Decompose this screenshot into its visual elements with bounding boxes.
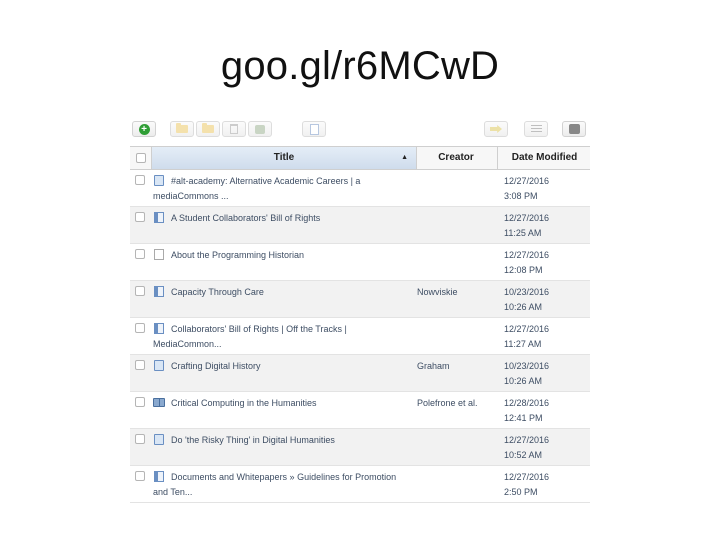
item-time: 12:08 PM — [504, 265, 543, 275]
arrow-icon — [490, 125, 502, 133]
table-row[interactable]: Critical Computing in the Humanities Pole… — [130, 392, 590, 429]
item-date: 12/27/2016 — [504, 435, 550, 445]
item-title: A Student Collaborators' Bill of Rights — [171, 213, 321, 223]
new-subcollection-button[interactable] — [196, 121, 220, 137]
item-time: 2:50 PM — [504, 487, 538, 497]
tag-icon — [255, 124, 265, 134]
item-date-modified: 12/27/2016 11:25 AM — [504, 211, 590, 241]
item-date: 12/27/2016 — [504, 250, 550, 260]
item-title: Capacity Through Care — [171, 287, 264, 297]
select-all-column — [130, 147, 150, 169]
item-date: 10/23/2016 — [504, 361, 550, 371]
table-row[interactable]: About the Programming Historian 12/27/201… — [130, 244, 590, 281]
item-date: 12/28/2016 — [504, 398, 550, 408]
row-checkbox[interactable] — [135, 397, 145, 407]
item-title: About the Programming Historian — [171, 250, 305, 260]
folder-icon — [176, 123, 188, 133]
item-title: Collaborators' Bill of Rights | Off the … — [153, 324, 347, 349]
item-date-modified: 10/23/2016 10:26 AM — [504, 359, 590, 389]
row-checkbox[interactable] — [135, 323, 145, 333]
item-title: Do 'the Risky Thing' in Digital Humaniti… — [171, 435, 335, 445]
document-icon — [309, 123, 319, 135]
folder-icon — [202, 123, 214, 133]
tag-button[interactable] — [248, 121, 272, 137]
item-date-modified: 12/27/2016 10:52 AM — [504, 433, 590, 463]
row-checkbox[interactable] — [135, 434, 145, 444]
list-icon — [530, 124, 542, 134]
sort-ascending-icon: ▲ — [401, 154, 408, 161]
list-view-button[interactable] — [524, 121, 548, 137]
item-time: 10:26 AM — [504, 302, 543, 312]
item-date: 10/23/2016 — [504, 287, 550, 297]
item-date: 12/27/2016 — [504, 324, 550, 334]
trash-icon — [230, 124, 238, 134]
sync-button[interactable] — [562, 121, 586, 137]
item-date-modified: 10/23/2016 10:26 AM — [504, 285, 590, 315]
add-item-button[interactable]: + — [132, 121, 156, 137]
table-row[interactable]: Capacity Through Care Nowviskie 10/23/2016… — [130, 281, 590, 318]
select-all-checkbox[interactable] — [136, 153, 146, 163]
row-checkbox[interactable] — [135, 249, 145, 259]
export-button[interactable] — [484, 121, 508, 137]
column-title-label: Title — [273, 152, 295, 163]
item-date-modified: 12/28/2016 12:41 PM — [504, 396, 590, 426]
item-time: 10:52 AM — [504, 450, 543, 460]
item-date-modified: 12/27/2016 2:50 PM — [504, 470, 590, 500]
item-creator: Polefrone et al. — [417, 398, 478, 408]
item-title: Critical Computing in the Humanities — [171, 398, 317, 408]
item-time: 12:41 PM — [504, 413, 543, 423]
column-header-title[interactable]: Title ▲ — [151, 147, 417, 169]
table-row[interactable]: Collaborators' Bill of Rights | Off the … — [130, 318, 590, 355]
zotero-panel: + Title ▲ Creator Date Modified #alt-aca… — [130, 118, 590, 503]
row-checkbox[interactable] — [135, 471, 145, 481]
new-collection-button[interactable] — [170, 121, 194, 137]
delete-button[interactable] — [222, 121, 246, 137]
table-row[interactable]: Crafting Digital History Graham 10/23/2016… — [130, 355, 590, 392]
item-time: 10:26 AM — [504, 376, 543, 386]
table-header: Title ▲ Creator Date Modified — [130, 146, 590, 170]
item-time: 11:25 AM — [504, 228, 542, 238]
table-row[interactable]: Documents and Whitepapers » Guidelines f… — [130, 466, 590, 503]
item-creator: Graham — [417, 361, 450, 371]
item-creator: Nowviskie — [417, 287, 458, 297]
item-time: 3:08 PM — [504, 191, 538, 201]
item-title: Crafting Digital History — [171, 361, 261, 371]
table-row[interactable]: #alt-academy: Alternative Academic Caree… — [130, 170, 590, 207]
tray-icon — [568, 124, 580, 134]
item-date: 12/27/2016 — [504, 472, 550, 482]
item-date-modified: 12/27/2016 12:08 PM — [504, 248, 590, 278]
plus-icon: + — [138, 123, 150, 135]
column-header-date-modified[interactable]: Date Modified — [497, 147, 591, 169]
table-row[interactable]: A Student Collaborators' Bill of Rights 1… — [130, 207, 590, 244]
row-checkbox[interactable] — [135, 286, 145, 296]
row-checkbox[interactable] — [135, 175, 145, 185]
item-date-modified: 12/27/2016 11:27 AM — [504, 322, 590, 352]
items-table: Title ▲ Creator Date Modified #alt-acade… — [130, 146, 590, 503]
column-header-creator[interactable]: Creator — [416, 147, 496, 169]
table-body: #alt-academy: Alternative Academic Caree… — [130, 170, 590, 503]
row-checkbox[interactable] — [135, 212, 145, 222]
row-checkbox[interactable] — [135, 360, 145, 370]
toolbar: + — [130, 118, 590, 140]
item-title: Documents and Whitepapers » Guidelines f… — [153, 472, 397, 497]
item-time: 11:27 AM — [504, 339, 542, 349]
item-title: #alt-academy: Alternative Academic Caree… — [153, 176, 361, 201]
slide-title: goo.gl/r6MCwD — [220, 44, 500, 88]
attach-button[interactable] — [302, 121, 326, 137]
item-date-modified: 12/27/2016 3:08 PM — [504, 174, 590, 204]
item-date: 12/27/2016 — [504, 213, 550, 223]
table-row[interactable]: Do 'the Risky Thing' in Digital Humaniti… — [130, 429, 590, 466]
item-date: 12/27/2016 — [504, 176, 550, 186]
